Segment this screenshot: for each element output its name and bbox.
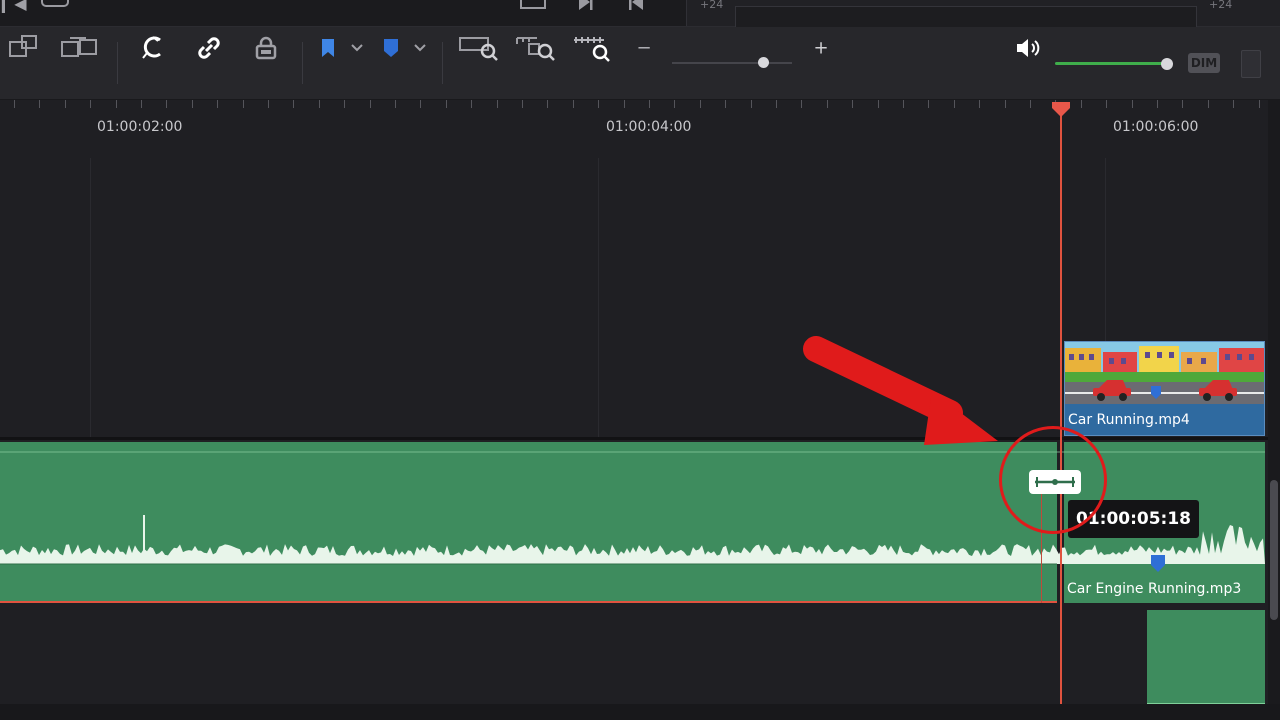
ruler-tick [547, 100, 548, 108]
ruler-tick [166, 100, 167, 108]
flag-dropdown-icon[interactable] [348, 43, 366, 53]
vertical-scrollbar[interactable] [1268, 100, 1280, 704]
volume-slider[interactable] [1055, 62, 1167, 65]
prev-icon[interactable]: ▎◀ [2, 0, 27, 13]
ruler-tick [116, 100, 117, 108]
highlight-circle [999, 426, 1107, 534]
toolbar-divider [442, 42, 443, 84]
ruler-tick [192, 100, 193, 108]
dim-button[interactable]: DIM [1188, 53, 1220, 73]
viewer-transport-strip: ▎◀ +24 +24 [0, 0, 1280, 27]
flag-icon[interactable] [318, 37, 338, 59]
zoom-detail-icon[interactable] [515, 34, 557, 62]
volume-icon[interactable] [1014, 36, 1042, 60]
video-clip[interactable]: Car Running.mp4 [1064, 341, 1265, 436]
ruler-tick [573, 100, 574, 108]
bottom-bar [0, 704, 1280, 720]
play-reverse-icon[interactable] [626, 0, 646, 15]
ruler-tick [497, 100, 498, 108]
panel-toggle-button[interactable] [1241, 50, 1261, 78]
ruler-tick [827, 100, 828, 108]
ruler-tick [319, 100, 320, 108]
ruler-tick [725, 100, 726, 108]
marker-icon[interactable] [381, 37, 401, 59]
ruler-tick [954, 100, 955, 108]
ruler-tick [979, 100, 980, 108]
volume-slider-handle[interactable] [1161, 58, 1173, 70]
frame-offset-left: +24 [700, 0, 724, 11]
ruler-tick [1157, 100, 1158, 108]
ruler-tick [624, 100, 625, 108]
ruler-tick [878, 100, 879, 108]
ruler-tick [928, 100, 929, 108]
ruler-tick [217, 100, 218, 108]
ruler-tick [39, 100, 40, 108]
grid-line [1105, 158, 1106, 344]
ruler-tick [903, 100, 904, 108]
ruler-tick [1259, 100, 1260, 108]
scrollbar-thumb[interactable] [1270, 480, 1278, 620]
ruler-tick [649, 100, 650, 108]
ruler-tick [852, 100, 853, 108]
timecode-ruler[interactable]: 01:00:02:00 01:00:04:00 01:00:06:00 [0, 100, 1268, 158]
ruler-tick [700, 100, 701, 108]
ruler-tick [420, 100, 421, 108]
ruler-tick [446, 100, 447, 108]
ruler-timecode: 01:00:02:00 [97, 119, 183, 135]
loop-icon[interactable] [40, 0, 70, 15]
ruler-tick [471, 100, 472, 108]
ruler-tick [293, 100, 294, 108]
ruler-tick [141, 100, 142, 108]
ruler-tick [522, 100, 523, 108]
ruler-tick [751, 100, 752, 108]
ruler-tick [370, 100, 371, 108]
audio-clip-lower[interactable] [1147, 610, 1265, 704]
ruler-timecode: 01:00:06:00 [1113, 119, 1199, 135]
playhead-handle[interactable] [1050, 100, 1072, 118]
play-forward-icon[interactable] [576, 0, 596, 15]
ruler-tick [243, 100, 244, 108]
link-clips-icon[interactable] [195, 34, 223, 62]
ruler-tick [1081, 100, 1082, 108]
zoom-slider[interactable] [672, 62, 792, 64]
ruler-tick [598, 100, 599, 108]
ruler-tick [1106, 100, 1107, 108]
meter-box [735, 6, 1197, 27]
video-clip-name: Car Running.mp4 [1068, 412, 1190, 428]
ruler-tick [801, 100, 802, 108]
zoom-in-icon[interactable]: + [812, 38, 830, 59]
replace-clip-icon[interactable] [8, 34, 40, 62]
marker-dropdown-icon[interactable] [411, 43, 429, 53]
snapping-icon[interactable] [140, 34, 168, 62]
swap-clip-icon[interactable] [60, 34, 100, 62]
zoom-out-icon[interactable]: − [636, 38, 652, 59]
playhead-line[interactable] [1060, 108, 1062, 704]
frame-offset-right: +24 [1209, 0, 1233, 11]
ruler-tick [1132, 100, 1133, 108]
ruler-tick [344, 100, 345, 108]
video-thumbnail [1065, 342, 1264, 404]
ruler-tick [674, 100, 675, 108]
ruler-tick [90, 100, 91, 108]
zoom-full-icon[interactable] [458, 34, 500, 62]
toolbar-divider [302, 42, 303, 84]
ruler-tick [1208, 100, 1209, 108]
ruler-tick [1030, 100, 1031, 108]
position-lock-icon[interactable] [252, 34, 280, 62]
annotation-arrow-icon [803, 336, 998, 445]
zoom-custom-icon[interactable] [572, 34, 614, 62]
audio-marker-icon[interactable] [1150, 554, 1166, 574]
ruler-tick [1233, 100, 1234, 108]
ruler-tick [776, 100, 777, 108]
ruler-timecode: 01:00:04:00 [606, 119, 692, 135]
ruler-tick [1005, 100, 1006, 108]
ruler-tick [395, 100, 396, 108]
ruler-tick [1182, 100, 1183, 108]
ruler-tick [65, 100, 66, 108]
ruler-tick [14, 100, 15, 108]
fullscreen-icon[interactable] [518, 0, 548, 15]
toolbar-divider [117, 42, 118, 84]
ruler-tick [268, 100, 269, 108]
